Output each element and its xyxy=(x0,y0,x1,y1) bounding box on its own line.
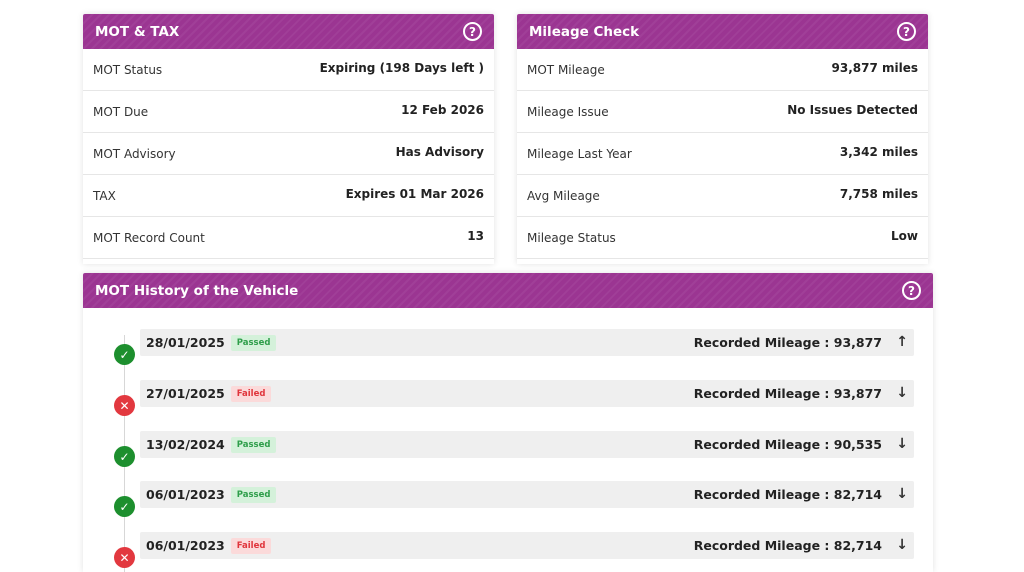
status-badge: Passed xyxy=(230,486,277,503)
row-value: 12 Feb 2026 xyxy=(401,103,484,117)
info-row: Avg Mileage 7,758 miles xyxy=(517,175,928,217)
help-icon[interactable]: ? xyxy=(902,281,921,300)
status-badge: Failed xyxy=(230,537,272,554)
info-row: Mileage Last Year 3,342 miles xyxy=(517,133,928,175)
row-label: Mileage Issue xyxy=(527,105,609,119)
recorded-mileage: Recorded Mileage : 90,535 xyxy=(693,437,882,452)
mot-history-header: MOT History of the Vehicle ? xyxy=(83,273,933,308)
mot-tax-panel: MOT & TAX ? MOT Status Expiring (198 Day… xyxy=(83,14,494,264)
row-value: Has Advisory xyxy=(395,145,484,159)
info-row: MOT Advisory Has Advisory xyxy=(83,133,494,175)
help-icon[interactable]: ? xyxy=(463,22,482,41)
status-badge: Failed xyxy=(230,385,272,402)
arrow-down-icon[interactable]: ↓ xyxy=(896,436,908,452)
mot-history-panel: MOT History of the Vehicle ? 28/01/2025 … xyxy=(83,273,933,572)
row-label: TAX xyxy=(93,189,116,203)
history-entry-bar[interactable]: 13/02/2024 Passed Recorded Mileage : 90,… xyxy=(140,431,914,458)
row-label: MOT Mileage xyxy=(527,63,605,77)
info-row: Mileage Issue No Issues Detected xyxy=(517,91,928,133)
entry-date: 13/02/2024 xyxy=(146,437,225,452)
cross-icon: ✕ xyxy=(114,547,135,568)
row-value: Expiring (198 Days left ) xyxy=(319,61,484,75)
history-entry[interactable]: 13/02/2024 Passed Recorded Mileage : 90,… xyxy=(83,431,933,481)
row-value: 93,877 miles xyxy=(831,61,919,75)
info-row: MOT Record Count 13 xyxy=(83,217,494,259)
check-icon: ✓ xyxy=(114,496,135,517)
arrow-up-icon[interactable]: ↑ xyxy=(896,334,908,350)
status-badge: Passed xyxy=(230,436,277,453)
recorded-mileage: Recorded Mileage : 82,714 xyxy=(693,487,882,502)
row-label: MOT Status xyxy=(93,63,163,77)
entry-date: 27/01/2025 xyxy=(146,386,225,401)
row-value: No Issues Detected xyxy=(787,103,918,117)
row-value: 13 xyxy=(467,229,484,243)
info-row: TAX Expires 01 Mar 2026 xyxy=(83,175,494,217)
history-entry[interactable]: 27/01/2025 Failed Recorded Mileage : 93,… xyxy=(83,380,933,430)
info-row: MOT Status Expiring (198 Days left ) xyxy=(83,49,494,91)
row-value: Expires 01 Mar 2026 xyxy=(345,187,484,201)
row-label: Mileage Status xyxy=(527,231,616,245)
history-entry[interactable]: 06/01/2023 Passed Recorded Mileage : 82,… xyxy=(83,481,933,531)
mileage-check-panel: Mileage Check ? MOT Mileage 93,877 miles… xyxy=(517,14,928,264)
arrow-down-icon[interactable]: ↓ xyxy=(896,537,908,553)
history-entry-bar[interactable]: 27/01/2025 Failed Recorded Mileage : 93,… xyxy=(140,380,914,407)
arrow-down-icon[interactable]: ↓ xyxy=(896,385,908,401)
recorded-mileage: Recorded Mileage : 93,877 xyxy=(693,386,882,401)
mot-history-title: MOT History of the Vehicle xyxy=(95,282,299,299)
row-label: MOT Due xyxy=(93,105,149,119)
mileage-check-header: Mileage Check ? xyxy=(517,14,928,49)
help-icon[interactable]: ? xyxy=(897,22,916,41)
history-entry[interactable]: 28/01/2025 Passed Recorded Mileage : 93,… xyxy=(83,329,933,379)
row-value: 7,758 miles xyxy=(839,187,918,201)
info-row: Mileage Status Low xyxy=(517,217,928,259)
mileage-check-title: Mileage Check xyxy=(529,23,640,40)
history-entry-bar[interactable]: 28/01/2025 Passed Recorded Mileage : 93,… xyxy=(140,329,914,356)
info-row: MOT Due 12 Feb 2026 xyxy=(83,91,494,133)
status-badge: Passed xyxy=(230,334,277,351)
entry-date: 28/01/2025 xyxy=(146,335,225,350)
info-row: MOT Mileage 93,877 miles xyxy=(517,49,928,91)
entry-date: 06/01/2023 xyxy=(146,487,225,502)
recorded-mileage: Recorded Mileage : 93,877 xyxy=(693,335,882,350)
entry-date: 06/01/2023 xyxy=(146,538,225,553)
row-value: Low xyxy=(891,229,918,243)
recorded-mileage: Recorded Mileage : 82,714 xyxy=(693,538,882,553)
arrow-down-icon[interactable]: ↓ xyxy=(896,486,908,502)
history-entry[interactable]: 06/01/2023 Failed Recorded Mileage : 82,… xyxy=(83,532,933,572)
history-entry-bar[interactable]: 06/01/2023 Failed Recorded Mileage : 82,… xyxy=(140,532,914,559)
mot-tax-title: MOT & TAX xyxy=(95,23,180,40)
history-entry-bar[interactable]: 06/01/2023 Passed Recorded Mileage : 82,… xyxy=(140,481,914,508)
row-label: MOT Advisory xyxy=(93,147,176,161)
check-icon: ✓ xyxy=(114,446,135,467)
check-icon: ✓ xyxy=(114,344,135,365)
row-label: Avg Mileage xyxy=(527,189,600,203)
row-value: 3,342 miles xyxy=(839,145,918,159)
mot-tax-header: MOT & TAX ? xyxy=(83,14,494,49)
row-label: MOT Record Count xyxy=(93,231,205,245)
cross-icon: ✕ xyxy=(114,395,135,416)
row-label: Mileage Last Year xyxy=(527,147,632,161)
